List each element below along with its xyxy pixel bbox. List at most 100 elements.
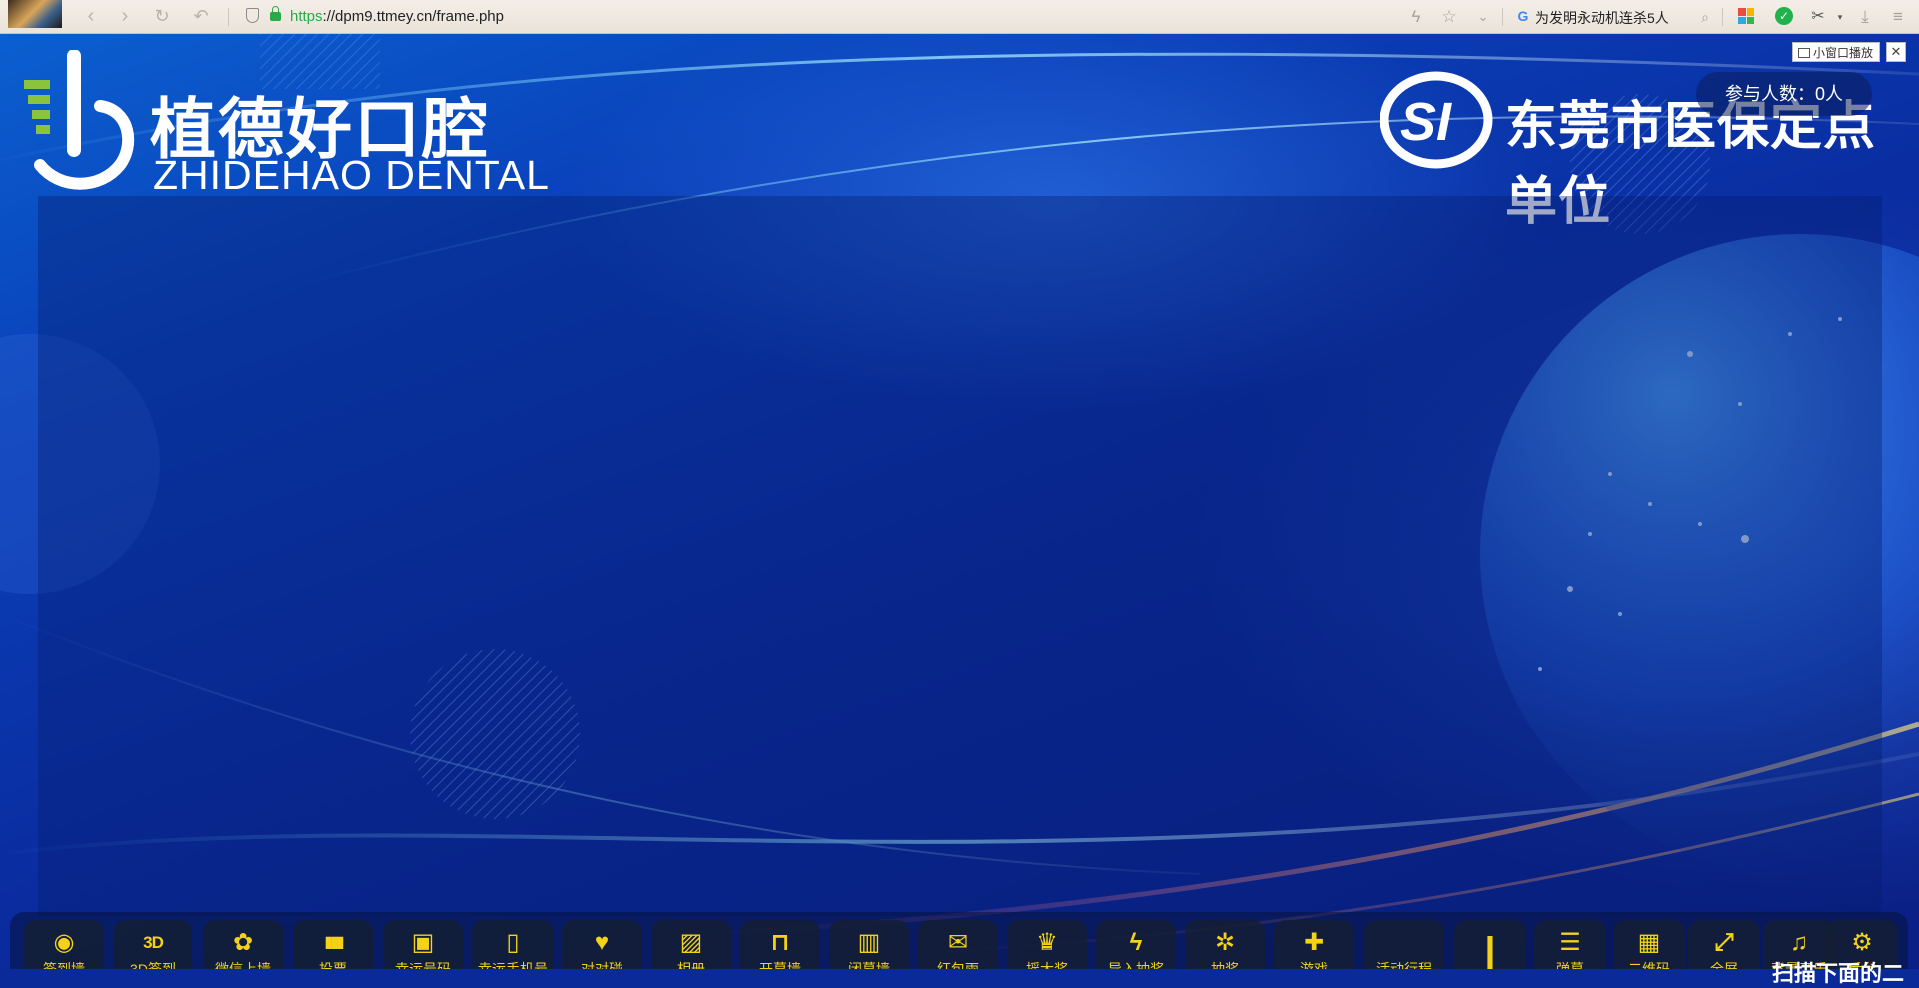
wheel-icon: ✲ <box>1214 929 1236 956</box>
toolbar-item-danmaku[interactable]: ☰ 弹幕 <box>1534 920 1606 969</box>
url-scheme: https <box>290 8 323 25</box>
toolbar-label: 红包雨 <box>937 961 979 969</box>
toolbar-item-draw[interactable]: ✲ 抽奖 <box>1185 920 1265 969</box>
danmaku-icon: ☰ <box>1559 929 1581 956</box>
chevron-down-icon[interactable]: ▾ <box>1830 6 1850 28</box>
search-box[interactable]: 为发明永动机连杀5人 <box>1535 8 1669 28</box>
toolbar-label: 抽奖 <box>1211 961 1239 969</box>
toolbar-label: 签到墙 <box>43 961 85 969</box>
toolbar-divider <box>1502 8 1503 26</box>
toolbar-label: 活动行程 <box>1376 961 1432 969</box>
toolbar-item-lucky-phone[interactable]: ▯ 幸运手机号 <box>472 920 554 969</box>
toolbar-item-signin-wall[interactable]: ◉ 签到墙 <box>24 920 104 969</box>
toolbar-label: 对对碰 <box>581 961 623 969</box>
toolbar-item-red-packet-rain[interactable]: ✉ 红包雨 <box>918 920 998 969</box>
toolbar-label: 幸运手机号 <box>478 961 548 969</box>
toolbar-label: 开幕墙 <box>759 961 801 969</box>
browser-toolbar: ‹ › ↻ ↶ https://dpm9.ttmey.cn/frame.php … <box>0 0 1919 34</box>
toolbar-item-schedule[interactable]: 活动行程 <box>1364 920 1444 969</box>
download-icon[interactable]: ⤓ <box>1855 6 1875 28</box>
user-avatar[interactable] <box>8 0 62 28</box>
bolt-icon: ϟ <box>1129 929 1143 956</box>
chevron-down-icon[interactable]: ⌄ <box>1473 6 1493 28</box>
toolbar-item-game[interactable]: ✚ 游戏 <box>1274 920 1354 969</box>
control-toolbar: ◉ 签到墙 3D 3D签到 ✿ 微信上墙 ▮▮▮ 投票 ▣ 幸运号码 ▯ 幸运手机号 ♥ 对对… <box>10 912 1908 969</box>
svg-text:SI: SI <box>1400 92 1452 152</box>
google-icon: G <box>1517 8 1529 24</box>
toolbar-label: 导入抽奖 <box>1108 961 1164 969</box>
mini-window-close-icon[interactable]: ✕ <box>1886 42 1906 62</box>
participant-count: 参与人数：0人 <box>1696 72 1872 116</box>
scissors-icon[interactable]: ✂ <box>1808 6 1828 28</box>
toolbar-label: 摇大奖 <box>1026 961 1068 969</box>
toolbar-item-import-draw[interactable]: ϟ 导入抽奖 <box>1096 920 1176 969</box>
bar-chart-icon: ▮▮▮ <box>324 934 344 951</box>
toolbar-label: 投票 <box>319 961 347 969</box>
toolbar-item-lucky-number[interactable]: ▣ 幸运号码 <box>383 920 463 969</box>
schedule-icon <box>1364 928 1444 958</box>
brand-name-en: ZHIDEHAO DENTAL <box>153 152 550 198</box>
toolbar-label: 相册 <box>677 961 705 969</box>
image-icon: ▨ <box>679 929 703 956</box>
toolbar-label: 幸运号码 <box>395 961 451 969</box>
tv-icon <box>1798 48 1810 58</box>
undo-icon[interactable]: ↶ <box>190 6 212 28</box>
qrcode-icon: ▦ <box>1637 929 1661 956</box>
gamepad-icon: ✚ <box>1303 929 1325 956</box>
toolbar-item-wechat-wall[interactable]: ✿ 微信上墙 <box>203 920 283 969</box>
star-icon[interactable]: ☆ <box>1439 6 1459 28</box>
trophy-icon: ♛ <box>1036 929 1058 956</box>
toolbar-item-qrcode[interactable]: ▦ 二维码 <box>1613 920 1685 969</box>
toolbar-item-divider[interactable]: | <box>1454 920 1526 969</box>
back-icon[interactable]: ‹ <box>80 6 102 28</box>
lightning-icon[interactable]: ϟ <box>1406 6 1426 28</box>
url-path: ://dpm9.ttmey.cn/frame.php <box>322 8 504 25</box>
wechat-icon: ✿ <box>232 929 254 956</box>
toolbar-item-match[interactable]: ♥ 对对碰 <box>562 920 642 969</box>
toolbar-label: 弹幕 <box>1556 961 1584 969</box>
gear-icon: ⚙ <box>1851 929 1873 956</box>
music-icon: ♫ <box>1790 929 1808 956</box>
search-icon[interactable]: ⌕ <box>1695 6 1715 28</box>
toolbar-label: 微信上墙 <box>215 961 271 969</box>
fullscreen-icon: ⤢ <box>1714 929 1734 956</box>
toolbar-divider <box>1722 8 1723 26</box>
toolbar-item-fullscreen[interactable]: ⤢ 全屏 <box>1688 920 1760 969</box>
event-screen: 植德好口腔 ZHIDEHAO DENTAL SI 东莞市医保定点单位 小窗口播放… <box>0 34 1919 969</box>
3d-icon: 3D <box>143 933 164 952</box>
lucky-number-icon: ▣ <box>411 929 435 956</box>
toolbar-label: 全屏 <box>1710 961 1738 969</box>
scan-qrcode-caption: 扫描下面的二 <box>1772 961 1905 986</box>
toolbar-divider <box>228 8 229 26</box>
mini-window-button[interactable]: 小窗口播放 <box>1792 42 1881 62</box>
zhidehao-logo-icon <box>24 50 135 190</box>
curtain-close-icon: ▥ <box>857 929 881 956</box>
curtain-open-icon: ⊓ <box>770 929 790 956</box>
green-extension-icon[interactable]: ✓ <box>1775 7 1793 25</box>
address-bar[interactable]: https://dpm9.ttmey.cn/frame.php <box>290 8 504 25</box>
shield-icon[interactable] <box>246 8 259 23</box>
pin-icon: ◉ <box>53 929 75 956</box>
toolbar-item-album[interactable]: ▨ 相册 <box>651 920 731 969</box>
toolbar-label: 3D签到 <box>130 961 176 969</box>
toolbar-item-opening-wall[interactable]: ⊓ 开幕墙 <box>740 920 820 969</box>
toolbar-item-vote[interactable]: ▮▮▮ 投票 <box>293 920 373 969</box>
menu-icon[interactable]: ≡ <box>1888 6 1908 28</box>
main-display-panel <box>38 196 1882 916</box>
phone-icon: ▯ <box>506 929 520 956</box>
heart-icon: ♥ <box>594 929 610 956</box>
toolbar-item-shake-prize[interactable]: ♛ 摇大奖 <box>1007 920 1087 969</box>
toolbar-item-closing-wall[interactable]: ▥ 闭幕墙 <box>829 920 909 969</box>
refresh-icon[interactable]: ↻ <box>151 6 173 28</box>
social-insurance-logo-icon: SI <box>1380 71 1493 169</box>
red-packet-icon: ✉ <box>947 929 969 956</box>
mini-window-label: 小窗口播放 <box>1813 46 1874 60</box>
lock-icon[interactable] <box>270 6 281 21</box>
toolbar-item-3d-signin[interactable]: 3D 3D签到 <box>114 920 192 969</box>
toolbar-label: 游戏 <box>1300 961 1328 969</box>
forward-icon[interactable]: › <box>114 6 136 28</box>
toolbar-label: 二维码 <box>1628 961 1670 969</box>
grid-extension-icon[interactable] <box>1738 8 1754 24</box>
toolbar-label: 闭幕墙 <box>848 961 890 969</box>
divider-bar-icon: | <box>1484 930 1496 969</box>
